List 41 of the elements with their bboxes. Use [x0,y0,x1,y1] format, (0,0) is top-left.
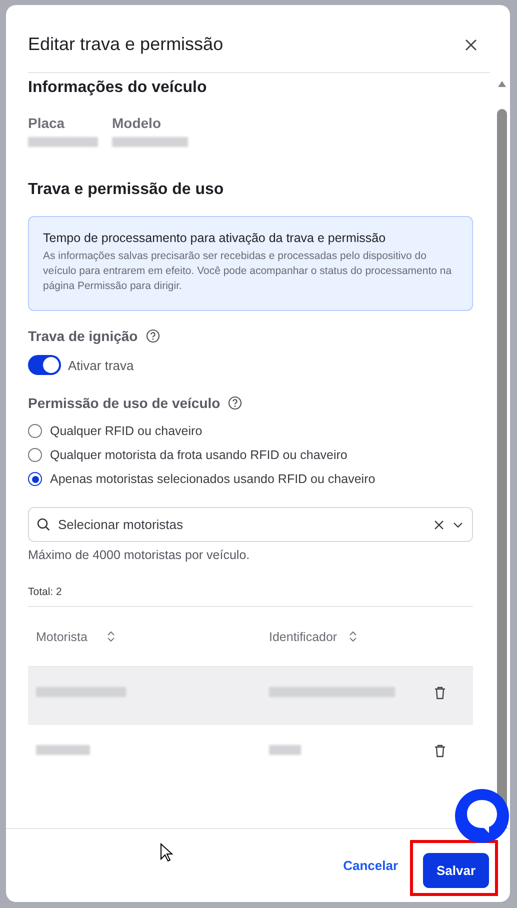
section-heading: Informações do veículo [28,78,208,98]
search-icon [37,518,50,531]
clear-icon[interactable] [434,520,444,530]
close-icon[interactable] [465,38,477,50]
scroll-up-icon[interactable] [498,81,506,87]
scrollbar[interactable] [497,81,507,828]
trash-icon[interactable] [434,744,446,758]
toggle-switch[interactable] [28,355,61,375]
radio-button[interactable] [28,448,42,462]
radio-button[interactable] [28,472,42,486]
total-count: Total: 2 [28,586,473,607]
column-header[interactable]: Identificador [269,630,338,644]
redacted-text [28,137,98,147]
helper-text: Máximo de 4000 motoristas por veículo. [28,548,251,562]
trash-icon[interactable] [434,686,446,700]
sort-icon[interactable] [349,631,358,642]
mouse-pointer-icon [160,843,173,862]
toggle-label: Ativar trava [68,358,134,372]
radio-label: Qualquer RFID ou chaveiro [50,424,202,438]
redacted-text [269,745,301,755]
redacted-text [36,745,90,755]
help-icon[interactable] [146,329,160,343]
radio-button[interactable] [28,424,42,438]
radio-label: Apenas motoristas selecionados usando RFID ou chaveiro [50,472,376,486]
driver-select-field[interactable]: Selecionar motoristas [28,507,473,542]
field-label: Modelo [112,115,162,131]
notice-text: As informações salvas precisarão ser recebidas e processadas pelo dispositivo do veículo para entrarem em efeito. Você pode acompanhar o status do processamento na página Permissão para dirigir. [43,249,453,294]
help-icon[interactable] [228,396,242,410]
column-header[interactable]: Motorista [36,630,88,644]
cancel-button[interactable]: Cancelar [339,854,402,877]
field-label: Trava de ignição [28,328,138,344]
chevron-down-icon[interactable] [453,522,463,528]
field-label: Placa [28,115,66,131]
chat-bubble-icon[interactable] [454,788,510,844]
notice-title: Tempo de processamento para ativação da trava e permissão [43,231,387,245]
save-button[interactable]: Salvar [423,852,489,888]
radio-label: Qualquer motorista da frota usando RFID ou chaveiro [50,448,348,462]
dialog-title: Editar trava e permissão [28,34,224,55]
field-label: Permissão de uso de veículo [28,395,220,411]
section-heading: Trava e permissão de uso [28,180,225,200]
sort-icon[interactable] [107,631,116,642]
